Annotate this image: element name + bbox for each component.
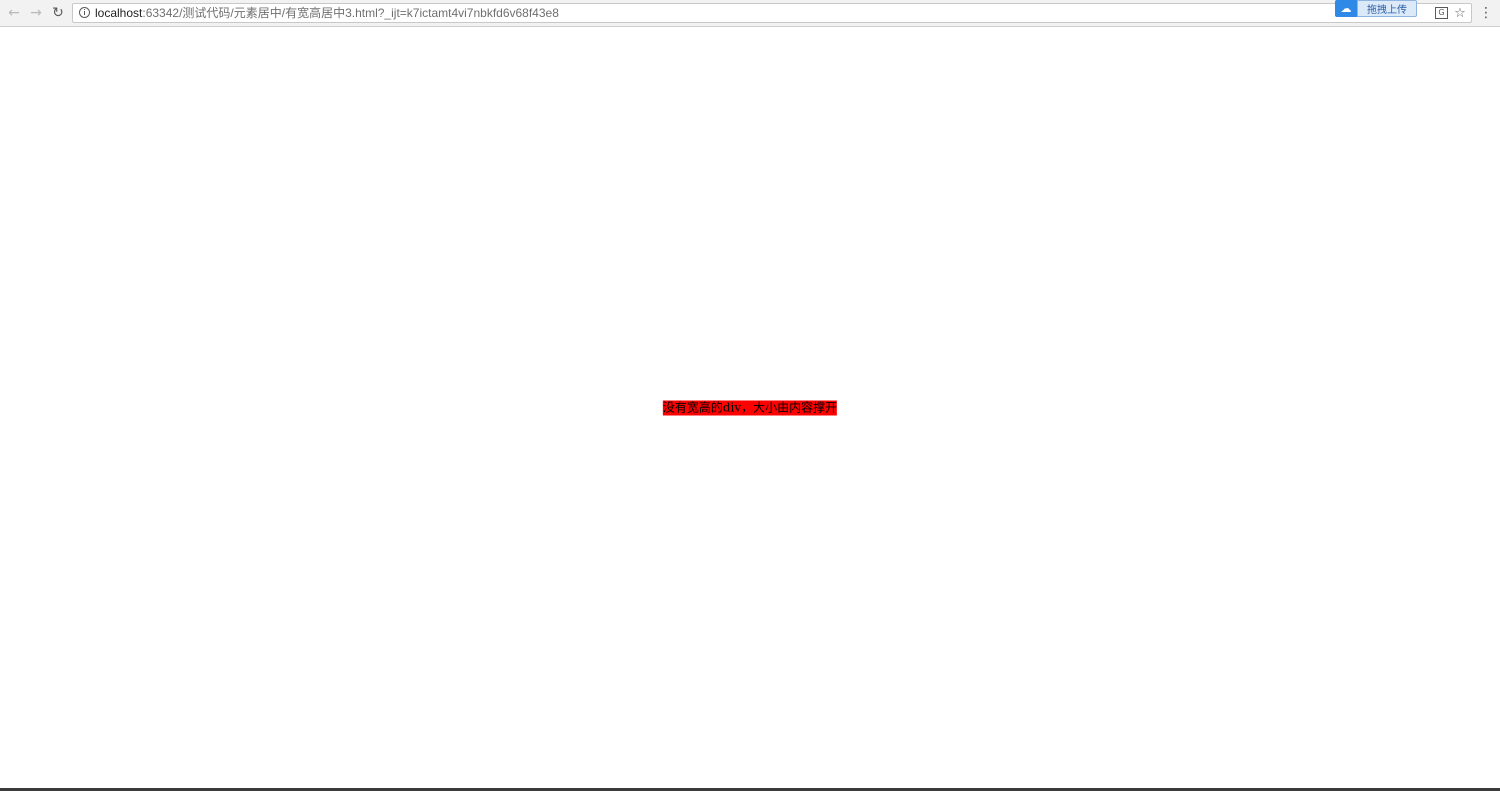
back-icon[interactable]: ←: [5, 4, 23, 22]
reload-icon[interactable]: ↻: [49, 4, 67, 22]
forward-icon[interactable]: →: [27, 4, 45, 22]
cloud-icon[interactable]: ☁: [1335, 0, 1357, 17]
url-host: localhost: [95, 6, 143, 20]
browser-toolbar: ← → ↻ localhost:63342/测试代码/元素居中/有宽高居中3.h…: [0, 0, 1500, 27]
upload-extension-label[interactable]: 拖拽上传: [1357, 0, 1417, 17]
info-icon[interactable]: [79, 7, 90, 18]
star-icon[interactable]: ☆: [1452, 5, 1468, 21]
address-bar[interactable]: localhost:63342/测试代码/元素居中/有宽高居中3.html?_i…: [72, 3, 1472, 23]
centered-div: 没有宽高的div，大小由内容撑开: [662, 400, 838, 416]
page-content: 没有宽高的div，大小由内容撑开: [0, 28, 1500, 788]
upload-extension[interactable]: ☁ 拖拽上传: [1335, 0, 1417, 17]
url-text[interactable]: localhost:63342/测试代码/元素居中/有宽高居中3.html?_i…: [95, 6, 559, 20]
kebab-menu-icon[interactable]: ⋮: [1478, 5, 1494, 21]
translate-icon[interactable]: G: [1435, 7, 1448, 19]
url-path: :63342/测试代码/元素居中/有宽高居中3.html?_ijt=k7icta…: [142, 6, 559, 20]
